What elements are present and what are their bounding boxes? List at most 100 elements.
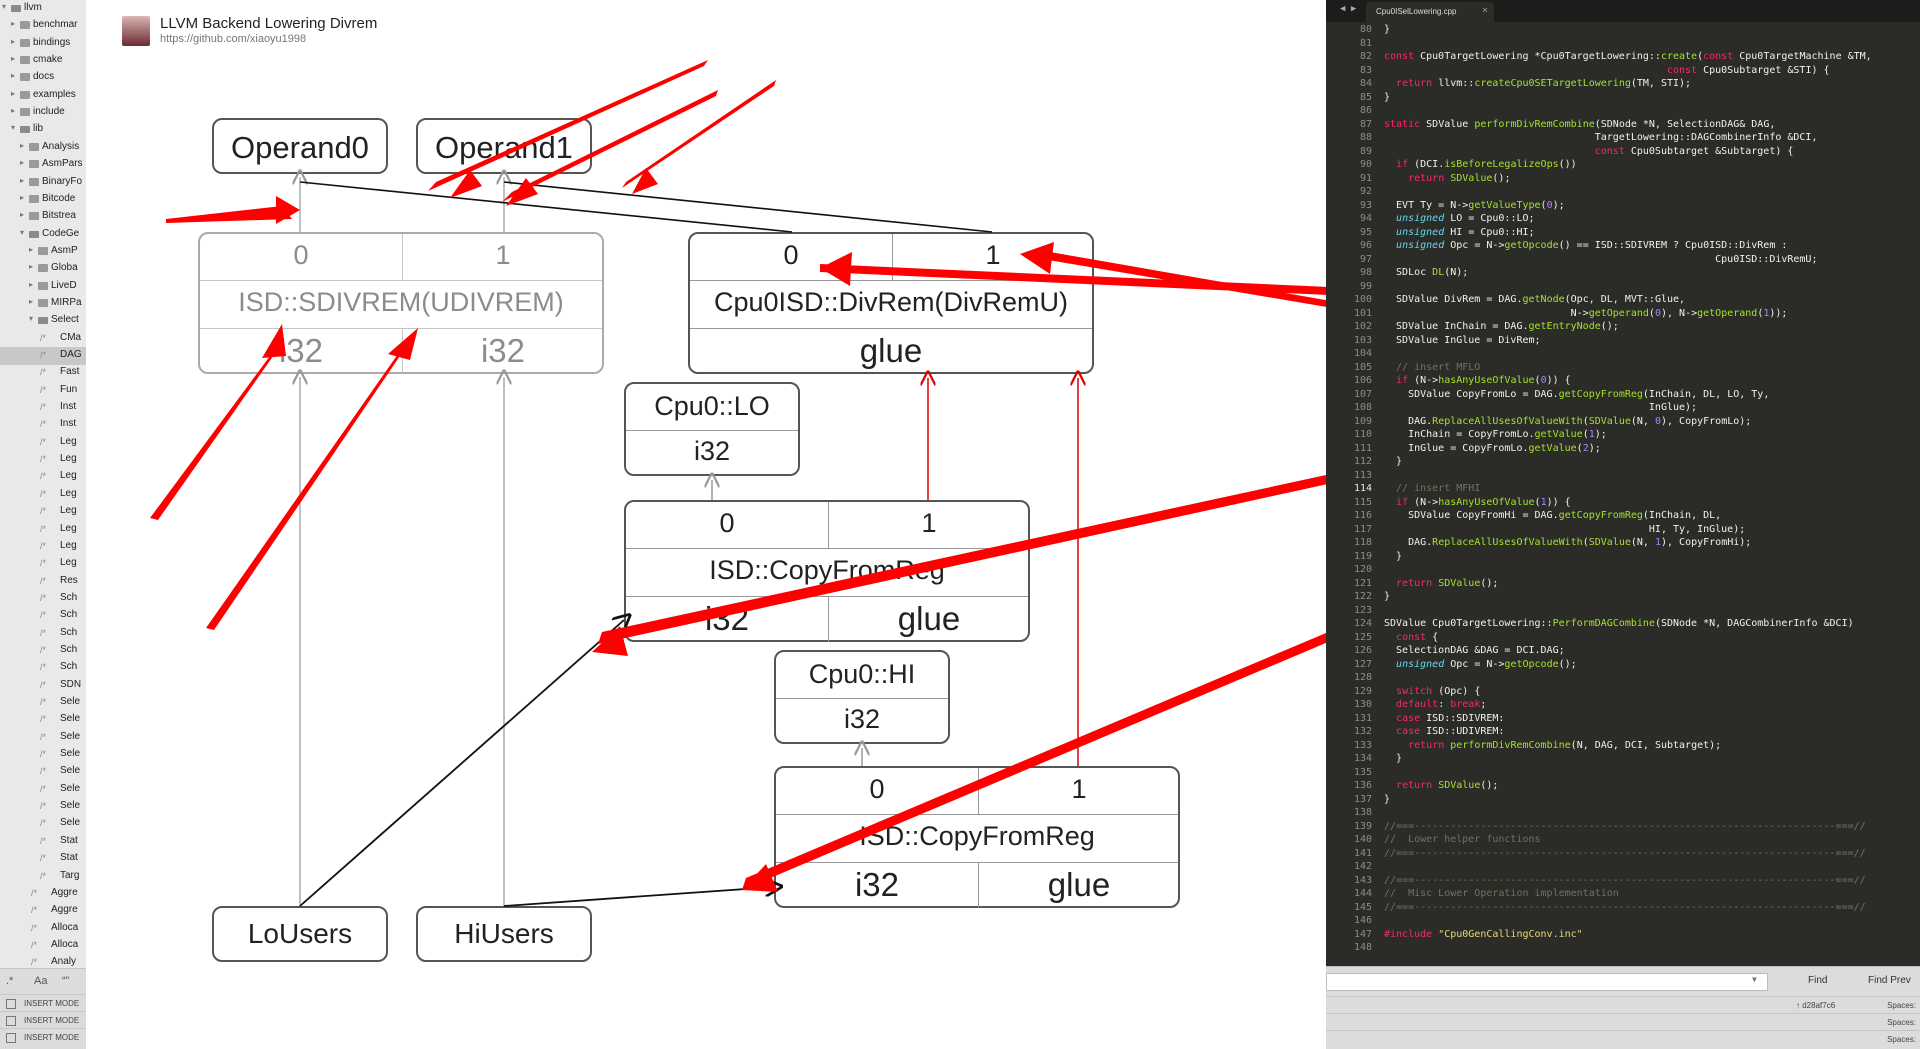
sidebar-tree-item[interactable]: ▸ docs <box>0 69 86 87</box>
tab-cpu0isellowering[interactable]: Cpu0ISelLowering.cpp × <box>1366 2 1494 22</box>
sidebar-tree-item[interactable]: ▸ Bitcode <box>0 191 86 209</box>
sidebar-tree-item[interactable]: /* Leg <box>0 521 86 539</box>
tab-navigation-arrows[interactable]: ◀ ▶ <box>1340 4 1356 14</box>
find-history-dropdown-icon[interactable]: ▼ <box>1752 975 1757 984</box>
panel-toggle-icon[interactable] <box>6 999 16 1009</box>
chevron-right-icon[interactable]: ▸ <box>20 176 24 185</box>
sidebar-tree-item[interactable]: ▸ Bitstrea <box>0 208 86 226</box>
sidebar-tree-item[interactable]: /* Sch <box>0 659 86 677</box>
sidebar-tree-item[interactable]: /* Alloca <box>0 937 86 955</box>
sidebar-tree-item[interactable]: /* SDN <box>0 677 86 695</box>
sidebar-tree-item[interactable]: ▸ AsmP <box>0 243 86 261</box>
chevron-right-icon[interactable]: ▸ <box>11 106 15 115</box>
indentation-setting[interactable]: Spaces: <box>1887 1018 1916 1027</box>
sidebar-tree-item[interactable]: ▸ bindings <box>0 35 86 53</box>
chevron-right-icon[interactable]: ▸ <box>20 193 24 202</box>
chevron-right-icon[interactable]: ▸ <box>11 71 15 80</box>
sidebar-tree-item[interactable]: /* Inst <box>0 416 86 434</box>
sidebar-tree-item[interactable]: /* Sele <box>0 746 86 764</box>
line-number: 134 <box>1353 753 1372 764</box>
sidebar-tree-item[interactable]: /* Stat <box>0 850 86 868</box>
sidebar-tree-item[interactable]: /* DAG <box>0 347 86 365</box>
sidebar-tree-item[interactable]: ▸ BinaryFo <box>0 174 86 192</box>
sidebar-tree-item[interactable]: /* Sch <box>0 625 86 643</box>
sidebar-tree-item[interactable]: ▸ include <box>0 104 86 122</box>
chevron-right-icon[interactable]: ▸ <box>29 262 33 271</box>
sidebar-tree-item[interactable]: ▸ benchmar <box>0 17 86 35</box>
sidebar-tree-item[interactable]: ▾ CodeGe <box>0 226 86 244</box>
sidebar-tree-item[interactable]: ▸ Analysis <box>0 139 86 157</box>
sidebar-tree-item[interactable]: /* Sele <box>0 798 86 816</box>
sidebar-tree-item[interactable]: /* Sele <box>0 694 86 712</box>
sidebar-tree-item[interactable]: /* Sele <box>0 763 86 781</box>
sidebar-tree-item[interactable]: /* Leg <box>0 555 86 573</box>
sidebar-tree-item[interactable]: ▾ lib <box>0 121 86 139</box>
sidebar-tree-item[interactable]: /* Sele <box>0 711 86 729</box>
indentation-setting[interactable]: Spaces: <box>1887 1035 1916 1044</box>
chevron-right-icon[interactable]: ▸ <box>20 158 24 167</box>
sidebar-tree-item[interactable]: /* Sele <box>0 781 86 799</box>
sidebar-tree-item[interactable]: /* Leg <box>0 538 86 556</box>
close-icon[interactable]: × <box>1482 5 1488 16</box>
chevron-right-icon[interactable]: ▸ <box>29 280 33 289</box>
sidebar-tree-item[interactable]: /* Alloca <box>0 920 86 938</box>
sdivrem-result-1: i32 <box>480 332 526 369</box>
chevron-down-icon[interactable]: ▾ <box>2 2 6 11</box>
chevron-right-icon[interactable]: ▸ <box>29 245 33 254</box>
sidebar-tree-item[interactable]: /* Fun <box>0 382 86 400</box>
chevron-right-icon[interactable]: ▸ <box>11 54 15 63</box>
chevron-down-icon[interactable]: ▾ <box>11 123 15 132</box>
indentation-setting[interactable]: Spaces: <box>1887 1001 1916 1010</box>
chevron-right-icon[interactable]: ▸ <box>11 19 15 28</box>
sidebar-tree-item[interactable]: ▸ Globa <box>0 260 86 278</box>
sidebar-tree-item[interactable]: /* Leg <box>0 451 86 469</box>
sidebar-tree-item[interactable]: /* Sch <box>0 607 86 625</box>
code-text: //===-----------------------------------… <box>1384 847 1866 861</box>
sidebar-tree-item[interactable]: /* Res <box>0 573 86 591</box>
sidebar-tree-item[interactable]: /* Fast <box>0 364 86 382</box>
sidebar-tree-item[interactable]: ▾ Select <box>0 312 86 330</box>
chevron-down-icon[interactable]: ▾ <box>29 314 33 323</box>
sidebar-tree-item[interactable]: /* Aggre <box>0 885 86 903</box>
chevron-right-icon[interactable]: ▸ <box>29 297 33 306</box>
sidebar-tree-item[interactable]: /* Sele <box>0 729 86 747</box>
sidebar-tree-item[interactable]: /* Stat <box>0 833 86 851</box>
sidebar-tree-item[interactable]: /* Targ <box>0 868 86 886</box>
sidebar-tree-item[interactable]: ▸ AsmPars <box>0 156 86 174</box>
panel-toggle-icon[interactable] <box>6 1016 16 1026</box>
regex-toggle-button[interactable]: .* <box>6 975 13 987</box>
code-text: SDValue Cpu0TargetLowering::PerformDAGCo… <box>1384 617 1854 631</box>
chevron-right-icon[interactable]: ▸ <box>20 141 24 150</box>
source-file-icon: /* <box>31 957 38 968</box>
find-input[interactable] <box>1326 973 1768 991</box>
chevron-right-icon[interactable]: ▸ <box>11 89 15 98</box>
find-prev-button[interactable]: Find Prev <box>1868 975 1911 986</box>
sidebar-tree-item[interactable]: /* Sele <box>0 815 86 833</box>
panel-toggle-icon[interactable] <box>6 1033 16 1043</box>
chevron-right-icon[interactable]: ▸ <box>11 37 15 46</box>
sidebar-tree-item[interactable]: /* Sch <box>0 590 86 608</box>
code-area[interactable]: 80} 81 82 const Cpu0TargetLowering *Cpu0Tar… <box>1326 22 1920 966</box>
sidebar-tree-item[interactable]: ▸ examples <box>0 87 86 105</box>
chevron-down-icon[interactable]: ▾ <box>20 228 24 237</box>
sidebar-tree-item[interactable]: ▸ LiveD <box>0 278 86 296</box>
find-button[interactable]: Find <box>1808 975 1827 986</box>
sidebar-tree-item[interactable]: /* Inst <box>0 399 86 417</box>
sidebar-tree-item[interactable]: /* Leg <box>0 468 86 486</box>
sidebar-tree-item[interactable]: /* Sch <box>0 642 86 660</box>
code-text: //===-----------------------------------… <box>1384 874 1866 888</box>
sidebar-tree-item[interactable]: /* CMa <box>0 330 86 348</box>
chevron-right-icon[interactable]: ▸ <box>20 210 24 219</box>
sidebar-tree-item[interactable]: ▸ MIRPa <box>0 295 86 313</box>
sidebar-tree-item[interactable]: ▾ llvm <box>0 0 86 18</box>
code-token: switch <box>1396 685 1439 697</box>
sidebar-tree-item[interactable]: /* Leg <box>0 434 86 452</box>
sidebar-tree-item[interactable]: /* Aggre <box>0 902 86 920</box>
case-toggle-button[interactable]: Aa <box>34 975 47 987</box>
sidebar-tree-item[interactable]: /* Analy <box>0 954 86 968</box>
sidebar-tree-item[interactable]: /* Leg <box>0 486 86 504</box>
sidebar-tree-item[interactable]: ▸ cmake <box>0 52 86 70</box>
sidebar-tree-item[interactable]: /* Leg <box>0 503 86 521</box>
whole-word-toggle-button[interactable]: “” <box>62 975 69 987</box>
